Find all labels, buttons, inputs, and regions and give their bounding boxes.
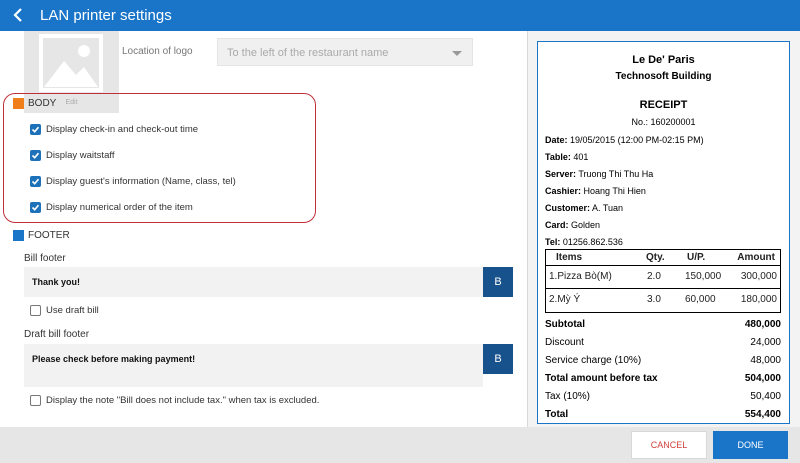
draft-footer-bold-button[interactable]: B [483,344,513,374]
checkbox-checked-icon [30,202,41,213]
column-header: Amount [737,252,775,263]
receipt-info-table: Table: 401 [545,152,589,162]
column-header: Items [556,252,583,263]
item-name: 1.Pizza Bò(M) [549,271,612,282]
logo-location-label: Location of logo [122,46,193,57]
back-arrow-icon[interactable] [8,4,30,26]
bill-footer-value: Thank you! [32,277,81,287]
receipt-preview[interactable]: Le De' Paris Technosoft Building RECEIPT… [537,41,790,424]
receipt-info-customer: Customer: A. Tuan [545,203,624,213]
item-qty: 2.0 [647,271,661,282]
receipt-info-card: Card: Golden [545,220,601,230]
draft-footer-label: Draft bill footer [24,329,90,340]
done-button[interactable]: DONE [713,431,788,459]
summary-total: Total 554,400 [545,409,781,420]
draft-footer-value: Please check before making payment! [32,354,196,364]
checkbox-label: Display the note "Bill does not include … [46,395,320,406]
receipt-info-date: Date: 19/05/2015 (12:00 PM-02:15 PM) [545,135,704,145]
receipt-restaurant-name: Le De' Paris [632,54,695,66]
checkbox-unchecked-icon [30,305,41,316]
column-header: U/P. [687,252,706,263]
image-icon [39,34,103,92]
checkbox-label: Display check-in and check-out time [46,124,199,135]
item-amount: 180,000 [740,294,777,305]
checkbox-checked-icon [30,124,41,135]
summary-tax: Tax (10%) 50,400 [545,391,781,402]
footer-section-title: FOOTER [28,230,70,241]
checkbox-checked-icon [30,150,41,161]
checkbox-label: Display numerical order of the item [46,202,193,213]
checkbox-label: Use draft bill [46,305,99,316]
bill-footer-label: Bill footer [24,253,66,264]
item-qty: 3.0 [647,294,661,305]
checkbox-label: Display guest's information (Name, class… [46,176,236,187]
item-amount: 300,000 [740,271,777,282]
checkbox-checked-icon [30,176,41,187]
item-name: 2.Mỳ Ý [549,294,581,305]
checkbox-unchecked-icon [30,395,41,406]
cancel-button[interactable]: CANCEL [631,431,707,459]
settings-panel: Edit Location of logo To the left of the… [0,31,527,427]
footer-color-swatch [13,230,24,241]
summary-service-charge: Service charge (10%) 48,000 [545,355,781,366]
page-title: LAN printer settings [40,7,172,24]
logo-location-select[interactable]: To the left of the restaurant name [217,38,473,66]
column-header: Qty. [646,252,665,263]
chevron-down-icon [452,51,462,56]
logo-location-value: To the left of the restaurant name [227,47,389,59]
receipt-title: RECEIPT [639,99,688,111]
bill-footer-bold-button[interactable]: B [483,267,513,297]
checkbox-label: Display waitstaff [46,150,115,161]
receipt-info-cashier: Cashier: Hoang Thi Hien [545,186,646,196]
summary-discount: Discount 24,000 [545,337,781,348]
receipt-info-tel: Tel: 01256.862.536 [545,237,623,247]
summary-before-tax: Total amount before tax 504,000 [545,373,781,384]
item-price: 150,000 [685,271,722,282]
bill-footer-input[interactable]: Thank you! [24,267,483,297]
table-row: 2.Mỳ Ý 3.0 60,000 180,000 [546,289,780,312]
receipt-number: No.: 160200001 [631,117,696,127]
app-header: LAN printer settings [0,0,800,31]
receipt-address: Technosoft Building [615,71,712,82]
draft-footer-input[interactable]: Please check before making payment! [24,344,483,387]
table-header-row: Items Qty. U/P. Amount [546,250,780,266]
receipt-info-server: Server: Truong Thi Thu Ha [545,169,654,179]
receipt-items-table: Items Qty. U/P. Amount 1.Pizza Bò(M) 2.0… [545,249,781,313]
summary-subtotal: Subtotal 480,000 [545,319,781,330]
table-row: 1.Pizza Bò(M) 2.0 150,000 300,000 [546,266,780,289]
item-price: 60,000 [685,294,716,305]
